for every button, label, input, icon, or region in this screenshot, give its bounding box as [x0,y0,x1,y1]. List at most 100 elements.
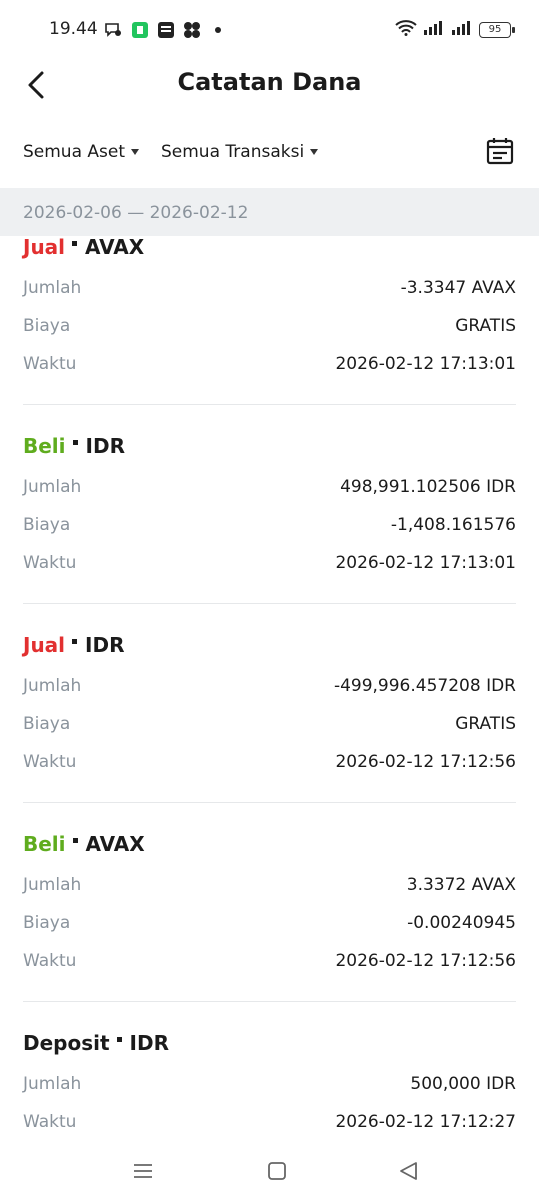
divider [23,404,516,405]
transaction-filter-label: Semua Transaksi [161,142,305,162]
record-row: Waktu 2026-02-12 17:13:01 [23,346,516,384]
row-label: Biaya [23,913,71,933]
date-range-header: 2026-02-06 — 2026-02-12 [0,188,539,236]
record-row: Jumlah -3.3347 AVAX [23,270,516,308]
news-notification-icon [157,21,175,39]
row-label: Biaya [23,714,71,734]
row-label: Waktu [23,752,77,772]
date-range-label: 2026-02-06 — 2026-02-12 [23,203,249,223]
divider [23,802,516,803]
row-label: Jumlah [23,1074,82,1094]
record-item[interactable]: Jual AVAX Jumlah -3.3347 AVAX Biaya GRATIS … [23,236,516,384]
caret-down-icon [310,149,319,155]
row-value: 3.3372 AVAX [406,875,516,895]
battery-icon: 95 [479,22,515,38]
record-title: Deposit IDR [23,1028,516,1058]
record-row: Biaya -0.00240945 [23,905,516,943]
record-type: Deposit [23,1031,110,1055]
separator-dot-icon [72,639,78,644]
divider [23,1001,516,1002]
record-row: Waktu 2026-02-12 17:12:56 [23,943,516,981]
page-title: Catatan Dana [177,68,362,96]
record-row: Waktu 2026-02-12 17:12:56 [23,744,516,782]
row-value: -1,408.161576 [390,515,516,535]
record-type: Jual [23,236,66,259]
record-row: Waktu 2026-02-12 17:13:01 [23,545,516,583]
record-title: Beli AVAX [23,829,516,859]
record-title: Jual IDR [23,630,516,660]
wifi-icon [395,20,417,40]
record-item[interactable]: Beli AVAX Jumlah 3.3372 AVAX Biaya -0.00240… [23,829,516,981]
record-row: Biaya GRATIS [23,308,516,346]
row-label: Biaya [23,515,71,535]
row-label: Jumlah [23,676,82,696]
home-icon [262,1162,292,1190]
row-value: 2026-02-12 17:12:56 [335,951,516,971]
row-value: GRATIS [455,714,516,734]
record-asset: IDR [85,633,125,657]
row-value: -0.00240945 [407,913,516,933]
more-notifications-dot-icon [213,21,231,39]
separator-dot-icon [72,440,78,445]
row-label: Waktu [23,951,77,971]
record-row: Jumlah 500,000 IDR [23,1066,516,1104]
divider [23,603,516,604]
record-title: Beli IDR [23,431,516,461]
record-item[interactable]: Jual IDR Jumlah -499,996.457208 IDR Biaya G… [23,630,516,782]
row-label: Waktu [23,354,77,374]
row-label: Jumlah [23,477,82,497]
calendar-icon [485,138,515,170]
record-row: Biaya -1,408.161576 [23,507,516,545]
row-label: Jumlah [23,278,82,298]
record-item[interactable]: Deposit IDR Jumlah 500,000 IDR Waktu 2026-0… [23,1028,516,1142]
row-value: 498,991.102506 IDR [340,477,516,497]
row-value: GRATIS [455,316,516,336]
record-row: Biaya GRATIS [23,706,516,744]
record-title: Jual AVAX [23,236,516,262]
menu-icon [128,1164,158,1190]
record-item[interactable]: Beli IDR Jumlah 498,991.102506 IDR Biaya -1… [23,431,516,583]
status-time: 19.44 [49,19,98,39]
signal-2-icon [451,20,473,40]
record-row: Jumlah 3.3372 AVAX [23,867,516,905]
row-label: Waktu [23,553,77,573]
record-asset: IDR [85,434,125,458]
separator-dot-icon [72,838,78,843]
app-header: Catatan Dana [0,62,539,112]
row-value: 2026-02-12 17:12:56 [335,752,516,772]
record-type: Jual [23,633,66,657]
row-value: -3.3347 AVAX [400,278,516,298]
calendar-button[interactable] [485,136,515,166]
filter-bar: Semua Aset Semua Transaksi [0,128,539,176]
separator-dot-icon [72,241,78,246]
row-label: Jumlah [23,875,82,895]
row-label: Waktu [23,1112,77,1132]
status-bar: 19.44 95 [0,0,539,62]
app-notification-icon [131,21,149,39]
caret-down-icon [131,149,140,155]
system-back-button[interactable] [394,1156,424,1186]
record-type: Beli [23,832,66,856]
home-button[interactable] [262,1156,292,1186]
asset-filter-dropdown[interactable]: Semua Aset [23,142,140,162]
record-type: Beli [23,434,66,458]
row-value: -499,996.457208 IDR [333,676,516,696]
transaction-filter-dropdown[interactable]: Semua Transaksi [161,142,319,162]
record-asset: AVAX [85,832,145,856]
record-row: Jumlah 498,991.102506 IDR [23,469,516,507]
row-value: 2026-02-12 17:13:01 [335,553,516,573]
row-value: 2026-02-12 17:13:01 [335,354,516,374]
asset-filter-label: Semua Aset [23,142,126,162]
recent-apps-button[interactable] [128,1156,158,1186]
signal-icon [423,20,445,40]
status-indicators: 95 [395,20,515,40]
row-value: 2026-02-12 17:12:27 [335,1112,516,1132]
apps-notification-icon [183,21,201,39]
record-asset: IDR [129,1031,169,1055]
nav-back-icon [394,1162,424,1190]
separator-dot-icon [116,1037,122,1042]
row-value: 500,000 IDR [410,1074,516,1094]
chat-notification-icon [104,21,122,39]
record-asset: AVAX [85,236,145,259]
system-nav-bar [0,1148,539,1200]
